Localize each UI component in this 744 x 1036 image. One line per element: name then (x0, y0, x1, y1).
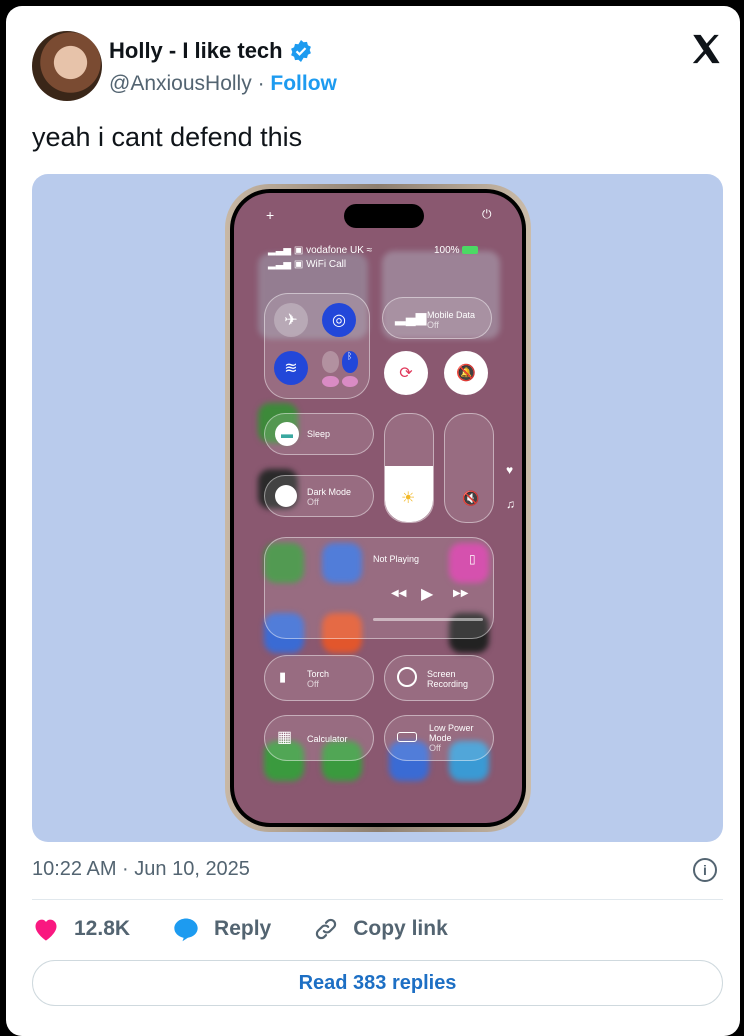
sun-icon: ☀ (401, 490, 416, 507)
handle[interactable]: @AnxiousHolly (109, 72, 252, 95)
copy-link-label: Copy link (353, 917, 448, 940)
dark-mode-icon (275, 485, 297, 507)
progress-bar[interactable] (373, 618, 483, 621)
power-icon[interactable]: ⏻ (482, 207, 492, 222)
tweet-media[interactable]: + ⏻ ▂▃▅ ▣ vodafone UK ≈ ▂▃▅ ▣ WiFi Call … (32, 174, 723, 842)
record-icon (397, 667, 417, 687)
link-icon (316, 918, 337, 940)
avatar[interactable] (32, 31, 102, 101)
calculator-tile[interactable]: ▦ Calculator (264, 715, 374, 761)
calculator-label: Calculator (307, 734, 348, 744)
volume-slider[interactable]: 🔇 (444, 413, 494, 523)
mobile-data-title: Mobile Data (427, 310, 476, 320)
focus-icon[interactable] (322, 375, 339, 387)
dark-mode-state: Off (307, 497, 319, 507)
brightness-slider[interactable]: ☀ (384, 413, 434, 523)
read-replies-button[interactable]: Read 383 replies (32, 960, 723, 1006)
dark-mode-text: Dark Mode Off (307, 487, 351, 507)
low-power-state: Off (429, 743, 441, 753)
screen-recording-tile[interactable]: Screen Recording (384, 655, 494, 701)
wifi-call: WiFi Call (306, 259, 347, 270)
low-power-line1: Low Power (429, 723, 474, 733)
tweet-text: yeah i cant defend this (32, 122, 303, 152)
handle-line: @AnxiousHolly · Follow (109, 72, 337, 96)
dark-mode-title: Dark Mode (307, 487, 352, 497)
torch-state: Off (307, 679, 319, 689)
screen-recording-line2: Recording (427, 679, 469, 689)
not-playing-label: Not Playing (373, 554, 420, 564)
play-icon[interactable]: ▶ (421, 584, 433, 604)
copy-link-button[interactable]: Copy link (313, 916, 448, 942)
rewind-icon[interactable]: ◀◀ (391, 588, 406, 599)
now-playing-panel[interactable]: Not Playing ▯ ◀◀ ▶ ▶▶ (264, 537, 494, 639)
sleep-label: Sleep (307, 429, 331, 439)
timestamp[interactable]: 10:22 AM · Jun 10, 2025 (32, 858, 250, 881)
battery-icon (462, 246, 479, 255)
mute-speaker-icon: 🔇 (462, 490, 480, 506)
action-bar: 12.8K Reply Copy link (32, 916, 490, 942)
like-count: 12.8K (74, 917, 131, 940)
plus-icon[interactable]: + (266, 207, 274, 223)
dynamic-island (344, 204, 424, 228)
battery-line: 100% (434, 245, 479, 256)
wifi-call-line: ▂▃▅ ▣ WiFi Call (268, 259, 347, 270)
control-center: + ⏻ ▂▃▅ ▣ vodafone UK ≈ ▂▃▅ ▣ WiFi Call … (234, 193, 522, 823)
airdrop-icon[interactable]: ◎ (322, 303, 356, 337)
screen-recording-line1: Screen (427, 669, 456, 679)
x-logo-icon[interactable] (689, 32, 723, 66)
hotspot-icon[interactable] (341, 375, 358, 387)
reply-bubble-icon (174, 918, 198, 942)
torch-title: Torch (307, 669, 330, 679)
low-power-tile[interactable]: Low Power Mode Off (384, 715, 494, 761)
heart-icon (35, 919, 57, 941)
calculator-icon: ▦ (277, 729, 293, 746)
mobile-data-state: Off (427, 320, 439, 330)
airplay-icon[interactable]: ▯ (469, 552, 476, 566)
signal-bars-icon: ▂▄▆ (395, 309, 427, 325)
low-power-line2: Mode (429, 733, 452, 743)
divider (32, 899, 723, 900)
like-button[interactable]: 12.8K (32, 916, 130, 942)
torch-icon: ▮ (279, 669, 287, 684)
rotation-lock-icon[interactable]: ⟳ (384, 351, 428, 395)
tweet-card: Holly - I like tech @AnxiousHolly · Foll… (6, 6, 740, 1036)
mobile-data-tile[interactable]: ▂▄▆ Mobile Data Off (382, 297, 492, 339)
separator: · (257, 72, 265, 95)
reply-label: Reply (214, 917, 272, 940)
screen-recording-text: Screen Recording (427, 669, 468, 689)
cellular-icon[interactable] (322, 351, 339, 373)
low-power-text: Low Power Mode Off (429, 723, 474, 753)
sleep-tile[interactable]: ▬ Sleep (264, 413, 374, 455)
torch-text: Torch Off (307, 669, 329, 689)
bed-icon: ▬ (275, 422, 299, 446)
battery-percent: 100% (434, 245, 460, 256)
torch-tile[interactable]: ▮ Torch Off (264, 655, 374, 701)
airplane-mode-icon[interactable]: ✈ (274, 303, 308, 337)
follow-button[interactable]: Follow (270, 72, 337, 95)
heart-side-icon: ♥ (506, 463, 514, 477)
author-name-text[interactable]: Holly - I like tech (109, 38, 283, 64)
carrier: vodafone UK (306, 245, 364, 256)
carrier-line: ▂▃▅ ▣ vodafone UK ≈ (268, 245, 373, 256)
music-note-icon: ♫ (506, 497, 515, 511)
bluetooth-icon[interactable]: ᛒ (341, 351, 358, 373)
wifi-icon[interactable]: ≋ (274, 351, 308, 385)
dark-mode-tile[interactable]: Dark Mode Off (264, 475, 374, 517)
mobile-data-text: Mobile Data Off (427, 310, 475, 330)
forward-icon[interactable]: ▶▶ (453, 588, 468, 599)
verified-badge-icon (290, 40, 311, 62)
info-icon[interactable]: i (693, 858, 717, 882)
low-battery-icon (397, 732, 417, 742)
phone-screen: + ⏻ ▂▃▅ ▣ vodafone UK ≈ ▂▃▅ ▣ WiFi Call … (230, 189, 526, 827)
mini-toggles: ᛒ (322, 351, 358, 387)
author-name[interactable]: Holly - I like tech (109, 38, 313, 64)
phone-frame: + ⏻ ▂▃▅ ▣ vodafone UK ≈ ▂▃▅ ▣ WiFi Call … (225, 184, 531, 832)
silent-mode-icon[interactable]: 🔕 (444, 351, 488, 395)
reply-button[interactable]: Reply (172, 916, 271, 942)
